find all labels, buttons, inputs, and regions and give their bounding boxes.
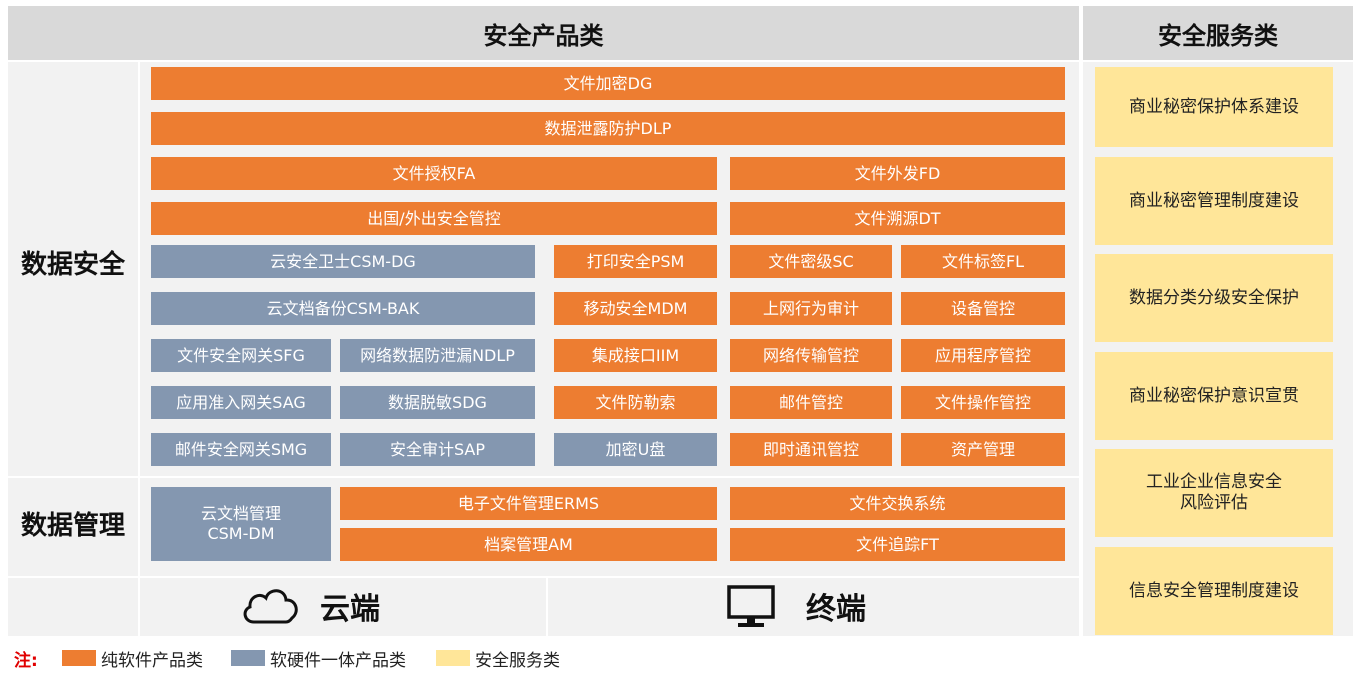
product-csm-dm: 云文档管理 CSM-DM [151, 487, 331, 561]
product-psm: 打印安全PSM [554, 245, 717, 278]
product-dg: 文件加密DG [151, 67, 1065, 100]
product-sap: 安全审计SAP [340, 433, 535, 466]
legend-label-software: 纯软件产品类 [101, 650, 203, 671]
service-item-6: 信息安全管理制度建设 [1095, 547, 1333, 635]
product-fl: 文件标签FL [901, 245, 1065, 278]
cloud-icon [240, 582, 302, 630]
product-export-control: 出国/外出安全管控 [151, 202, 717, 235]
legend-swatch-hardware [231, 650, 265, 666]
product-sag: 应用准入网关SAG [151, 386, 331, 419]
legend-label-service: 安全服务类 [475, 650, 560, 671]
product-mdm: 移动安全MDM [554, 292, 717, 325]
product-net-transfer: 网络传输管控 [730, 339, 892, 372]
product-web-audit: 上网行为审计 [730, 292, 892, 325]
product-csm-bak: 云文档备份CSM-BAK [151, 292, 535, 325]
row-label-data-management-text: 数据管理 [20, 510, 125, 541]
product-fa: 文件授权FA [151, 157, 717, 190]
product-u-disk: 加密U盘 [554, 433, 717, 466]
row-divider [8, 476, 1079, 478]
products-header-text: 安全产品类 [483, 21, 604, 50]
product-sfg: 文件安全网关SFG [151, 339, 331, 372]
footer-mid-divider [546, 578, 548, 636]
footer-divider [8, 576, 1079, 578]
service-item-4: 商业秘密保护意识宣贯 [1095, 352, 1333, 440]
product-file-operation: 文件操作管控 [901, 386, 1065, 419]
legend-note: 注: [14, 650, 38, 671]
product-fd: 文件外发FD [730, 157, 1065, 190]
product-smg: 邮件安全网关SMG [151, 433, 331, 466]
product-app-control: 应用程序管控 [901, 339, 1065, 372]
product-ransomware: 文件防勒索 [554, 386, 717, 419]
cloud-label: 云端 [320, 592, 380, 627]
services-header-text: 安全服务类 [1158, 21, 1278, 50]
legend-label-hardware: 软硬件一体产品类 [270, 650, 406, 671]
service-item-3: 数据分类分级安全保护 [1095, 254, 1333, 342]
row-label-data-security-text: 数据安全 [20, 249, 125, 280]
legend-swatch-software [62, 650, 96, 666]
monitor-icon [726, 584, 776, 630]
row-label-data-management: 数据管理 [8, 478, 138, 568]
product-asset: 资产管理 [901, 433, 1065, 466]
products-header: 安全产品类 [8, 6, 1079, 60]
product-ndlp: 网络数据防泄漏NDLP [340, 339, 535, 372]
product-csm-dg: 云安全卫士CSM-DG [151, 245, 535, 278]
product-sc: 文件密级SC [730, 245, 892, 278]
label-divider [138, 62, 140, 636]
product-mail-control: 邮件管控 [730, 386, 892, 419]
service-item-1: 商业秘密保护体系建设 [1095, 67, 1333, 147]
product-erms: 电子文件管理ERMS [340, 487, 717, 520]
product-device-control: 设备管控 [901, 292, 1065, 325]
service-item-2: 商业秘密管理制度建设 [1095, 157, 1333, 245]
services-header: 安全服务类 [1083, 6, 1353, 60]
product-ft: 文件追踪FT [730, 528, 1065, 561]
service-item-5: 工业企业信息安全 风险评估 [1095, 449, 1333, 537]
terminal-label: 终端 [806, 592, 866, 627]
product-exchange: 文件交换系统 [730, 487, 1065, 520]
product-iim: 集成接口IIM [554, 339, 717, 372]
product-am: 档案管理AM [340, 528, 717, 561]
product-sdg: 数据脱敏SDG [340, 386, 535, 419]
product-dt: 文件溯源DT [730, 202, 1065, 235]
product-dlp: 数据泄露防护DLP [151, 112, 1065, 145]
row-label-data-security: 数据安全 [8, 62, 138, 462]
product-im-control: 即时通讯管控 [730, 433, 892, 466]
legend-swatch-service [436, 650, 470, 666]
